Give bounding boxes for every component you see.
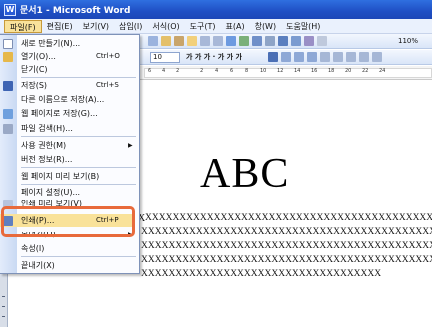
- menu-item-save-as[interactable]: 다른 이름으로 저장(A)...: [0, 93, 140, 106]
- line-spacing-icon[interactable]: [320, 52, 330, 62]
- hyperlink-icon[interactable]: [226, 36, 236, 46]
- horizontal-ruler[interactable]: 6 4 2 2 4 6 8 10 12 14 16 18 20 22 24: [140, 66, 432, 80]
- menu-separator: [21, 136, 136, 137]
- menu-separator: [21, 256, 136, 257]
- new-document-icon: [3, 38, 13, 49]
- bullets-icon[interactable]: [346, 52, 356, 62]
- document-line: XXXXXXXXXXXXXXXXXXXXXXXXXXXXXXXXXXXXXXXX…: [145, 213, 432, 223]
- menu-item-page-setup[interactable]: 페이지 설정(U)...: [0, 186, 140, 199]
- tables-borders-icon[interactable]: [239, 36, 249, 46]
- menu-view[interactable]: 보기(V): [78, 20, 114, 33]
- align-left-icon[interactable]: [268, 52, 278, 62]
- menu-item-web-preview[interactable]: 웹 페이지 미리 보기(B): [0, 170, 140, 183]
- menu-help[interactable]: 도움말(H): [281, 20, 325, 33]
- file-menu-dropdown: 새로 만들기(N)... 열기(O)... Ctrl+O 닫기(C) 저장(S)…: [0, 34, 140, 274]
- menu-tools[interactable]: 도구(T): [185, 20, 221, 33]
- zoom-box[interactable]: 110%: [398, 36, 418, 46]
- ruler-number: 12: [277, 68, 284, 74]
- undo-icon[interactable]: [200, 36, 210, 46]
- menu-item-close[interactable]: 닫기(C): [0, 63, 140, 76]
- file-search-icon: [3, 123, 13, 134]
- font-size-select[interactable]: 10: [150, 52, 180, 63]
- menu-item-file-search[interactable]: 파일 검색(H)...: [0, 122, 140, 135]
- columns-icon[interactable]: [278, 36, 288, 46]
- menu-item-properties[interactable]: 속성(I): [0, 242, 140, 255]
- open-folder-icon: [3, 51, 13, 62]
- ruler-number: 4: [162, 68, 166, 74]
- menu-window[interactable]: 창(W): [250, 20, 282, 33]
- document-line: XXXXXXXXXXXXXXXXXXXXXXXXXXXXXXXXXXXXXXXX…: [141, 255, 432, 265]
- insert-table-icon[interactable]: [252, 36, 262, 46]
- word-app-icon[interactable]: W: [4, 3, 16, 16]
- alignment-icons: [268, 52, 382, 62]
- menu-item-permission[interactable]: 사용 권한(M) ▶: [0, 139, 140, 152]
- menu-format[interactable]: 서식(O): [147, 20, 184, 33]
- menu-separator: [21, 167, 136, 168]
- menu-insert[interactable]: 삽입(I): [114, 20, 147, 33]
- document-heading: ABC: [200, 151, 290, 197]
- menu-separator: [21, 77, 136, 78]
- align-right-icon[interactable]: [294, 52, 304, 62]
- bold-italic-underline-buttons[interactable]: 가 가 가 · 가 가 가: [186, 52, 242, 62]
- paste-icon[interactable]: [174, 36, 184, 46]
- menu-item-save-as-web[interactable]: 웹 페이지로 저장(G)...: [0, 107, 140, 120]
- ruler-tick: [2, 306, 5, 307]
- justify-icon[interactable]: [307, 52, 317, 62]
- ruler-number: 8: [245, 68, 249, 74]
- ruler-number: 18: [328, 68, 335, 74]
- copy-icon[interactable]: [161, 36, 171, 46]
- save-icon: [3, 80, 13, 91]
- menu-file[interactable]: 파일(F): [4, 19, 42, 33]
- menu-edit[interactable]: 편집(E): [42, 20, 78, 33]
- document-line: XXXXXXXXXXXXXXXXXXXXXXXXXXXXXXXXXXXXXXXX…: [141, 241, 432, 251]
- document-line: XXXXXXXXXXXXXXXXXXXXXXXXXXXXXXXXXXX: [141, 269, 382, 279]
- document-body: XXXXXXXXXXXXXXXXXXXXXXXXXXXXXXXXXXXXXXXX…: [141, 211, 432, 281]
- ruler-number: 10: [260, 68, 267, 74]
- cut-icon[interactable]: [148, 36, 158, 46]
- ruler-number: 6: [148, 68, 152, 74]
- ruler-number: 22: [362, 68, 369, 74]
- format-painter-icon[interactable]: [187, 36, 197, 46]
- decrease-indent-icon[interactable]: [359, 52, 369, 62]
- ruler-number: 2: [176, 68, 180, 74]
- menu-bar: 파일(F) 편집(E) 보기(V) 삽입(I) 서식(O) 도구(T) 표(A)…: [0, 19, 432, 34]
- drawing-icon[interactable]: [291, 36, 301, 46]
- menu-item-save[interactable]: 저장(S) Ctrl+S: [0, 79, 140, 92]
- ruler-number: 4: [215, 68, 219, 74]
- menu-item-versions[interactable]: 버전 정보(R)...: [0, 153, 140, 166]
- insert-excel-icon[interactable]: [265, 36, 275, 46]
- submenu-arrow-icon: ▶: [128, 142, 133, 149]
- numbering-icon[interactable]: [333, 52, 343, 62]
- increase-indent-icon[interactable]: [372, 52, 382, 62]
- print-highlight-box: [1, 206, 135, 237]
- window-title: 문서1 - Microsoft Word: [20, 6, 131, 16]
- menu-item-exit[interactable]: 끝내기(X): [0, 259, 140, 272]
- redo-icon[interactable]: [213, 36, 223, 46]
- ruler-number: 20: [345, 68, 352, 74]
- web-page-icon: [3, 108, 13, 119]
- menu-separator: [21, 184, 136, 185]
- ruler-number: 16: [311, 68, 318, 74]
- document-map-icon[interactable]: [304, 36, 314, 46]
- ruler-number: 6: [230, 68, 234, 74]
- ruler-track: [144, 68, 432, 78]
- ruler-number: 24: [379, 68, 386, 74]
- menu-item-new[interactable]: 새로 만들기(N)...: [0, 37, 140, 50]
- document-line: XXXXXXXXXXXXXXXXXXXXXXXXXXXXXXXXXXXXXXXX…: [141, 227, 432, 237]
- ruler-number: 14: [294, 68, 301, 74]
- ruler-number: 2: [200, 68, 204, 74]
- ruler-tick: [2, 316, 5, 317]
- align-center-icon[interactable]: [281, 52, 291, 62]
- menu-table[interactable]: 표(A): [221, 20, 250, 33]
- standard-toolbar-icons: [148, 36, 327, 46]
- menu-item-open[interactable]: 열기(O)... Ctrl+O: [0, 50, 140, 63]
- title-bar: W 문서1 - Microsoft Word: [0, 0, 432, 19]
- show-hide-icon[interactable]: [317, 36, 327, 46]
- ruler-tick: [2, 296, 5, 297]
